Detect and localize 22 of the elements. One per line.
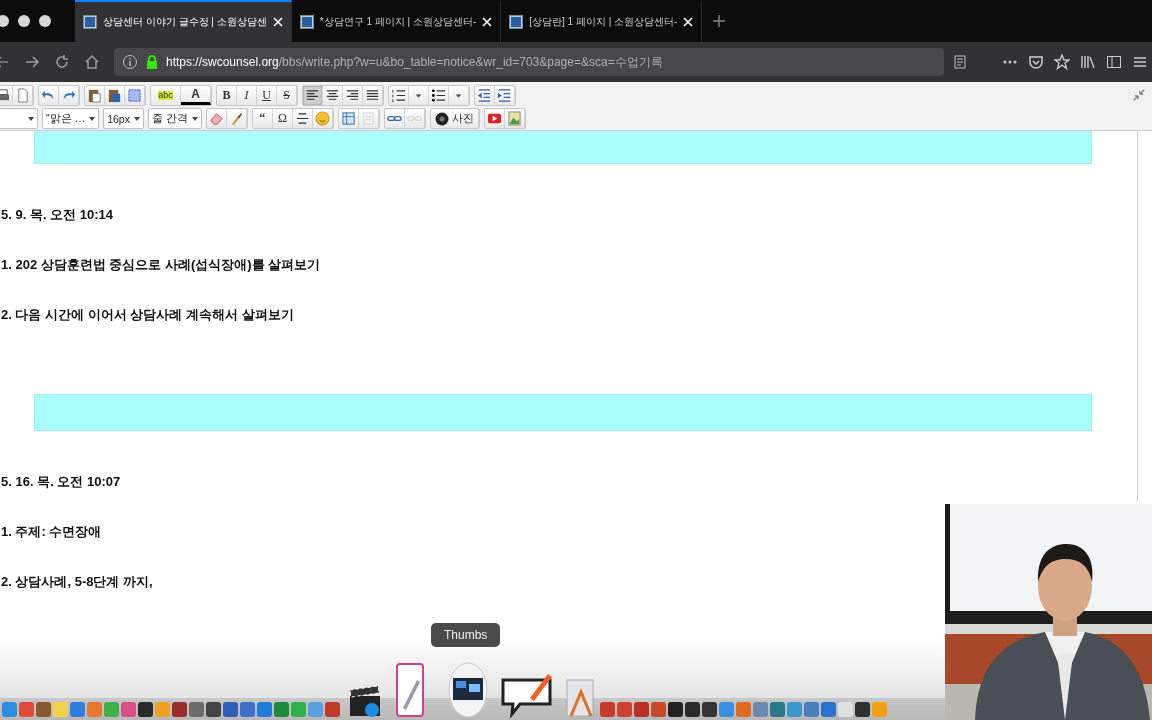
font-color-button[interactable]: A	[181, 86, 211, 105]
paragraph-text: 2. 상담사례, 5-8단계 까지,	[1, 573, 154, 591]
font-size-dropdown[interactable]: 16px	[103, 108, 144, 129]
format-button[interactable]: U	[257, 86, 277, 105]
paragraph-text: 5. 16. 목. 오전 10:07	[1, 473, 122, 491]
format-button[interactable]: I	[237, 86, 257, 105]
special-character-button[interactable]: Ω	[272, 109, 293, 128]
font-dropdown[interactable]: "맑은 …	[42, 108, 100, 129]
quote-button[interactable]: “	[252, 109, 273, 128]
paragraph-text: 2. 다음 시간에 이어서 상담사례 계속해서 살펴보기	[1, 306, 295, 324]
url-text: https://swcounsel.org/bbs/write.php?w=u&bo_table=notice&wr_id=703&page=&sca=수업기록	[166, 53, 663, 71]
browser-tab[interactable]: 상담센터 이야기 글수정 | 소원상담센	[75, 0, 292, 42]
paragraph-text: 1. 202 상담훈련법 중심으로 사례(섭식장애)를 살펴보기	[1, 256, 322, 274]
format-button[interactable]: S	[277, 86, 297, 105]
highlight-color-button[interactable]: abc	[151, 86, 181, 105]
paragraph-text: 1. 주제: 수면장애	[1, 523, 103, 541]
format-button[interactable]: B	[217, 86, 237, 105]
address-field[interactable]: https://swcounsel.org/bbs/write.php?w=u&bo_table=notice&wr_id=703&page=&sca=수업기록	[114, 48, 944, 76]
tooltip: Thumbs	[431, 623, 501, 647]
photo-button[interactable]: 사진	[430, 109, 479, 128]
paragraph-text: 5. 9. 목. 오전 10:14	[1, 206, 114, 224]
line-height-dropdown[interactable]: 줄 간격	[147, 108, 202, 129]
